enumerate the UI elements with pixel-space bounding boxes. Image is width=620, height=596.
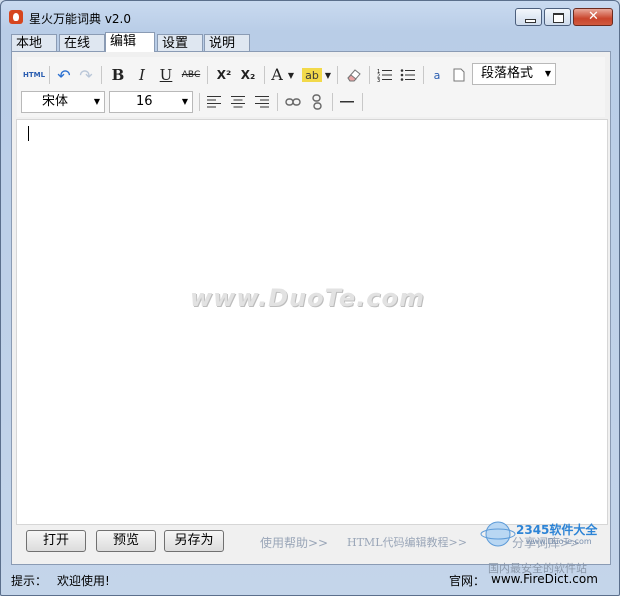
hint-label: 提示：: [11, 574, 48, 588]
rich-text-editor[interactable]: www.DuoTe.com: [16, 119, 608, 525]
title-bar[interactable]: 星火万能词典 v2.0 ✕: [1, 1, 619, 31]
toolbar-separator: [101, 66, 102, 84]
align-left-icon[interactable]: [203, 92, 225, 112]
highlight-dropdown-icon[interactable]: ▼: [323, 65, 333, 85]
maximize-button[interactable]: [544, 8, 571, 26]
toolbar-separator: [49, 66, 50, 84]
watermark-text: www.DuoTe.com: [190, 284, 425, 312]
preview-button[interactable]: 预览: [96, 530, 156, 552]
globe-logo-icon: [480, 521, 516, 547]
editor-toolbar: HTML ↶ ↷ B I U ABC X² X₂ A ▼ ab ▼ 123 a …: [17, 57, 605, 117]
font-family-value: 宋体: [42, 94, 69, 109]
chevron-down-icon: ▼: [544, 69, 551, 78]
toolbar-separator: [199, 93, 200, 111]
undo-icon[interactable]: ↶: [53, 65, 75, 85]
bold-icon[interactable]: B: [107, 65, 129, 85]
align-center-icon[interactable]: [227, 92, 249, 112]
eraser-icon[interactable]: [343, 65, 365, 85]
tab-online[interactable]: 在线: [59, 34, 105, 51]
close-icon: ✕: [588, 9, 599, 24]
unlink-icon[interactable]: [306, 92, 328, 112]
font-color-icon[interactable]: A: [267, 64, 287, 84]
toolbar-separator: [362, 93, 363, 111]
help-link[interactable]: 使用帮助>>: [260, 534, 328, 551]
html-tutorial-link[interactable]: HTML代码编辑教程>>: [347, 534, 467, 550]
app-fire-icon: [9, 10, 23, 24]
anchor-icon[interactable]: a: [427, 65, 447, 85]
strikethrough-icon[interactable]: ABC: [179, 65, 203, 85]
paragraph-format-select[interactable]: 段落格式 ▼: [472, 63, 556, 85]
horizontal-rule-icon[interactable]: [336, 92, 358, 112]
new-document-icon[interactable]: [449, 65, 469, 85]
toolbar-separator: [332, 93, 333, 111]
paragraph-format-value: 段落格式: [481, 66, 534, 81]
brand-slogan: 国内最安全的软件站: [488, 562, 587, 575]
toolbar-separator: [423, 66, 424, 84]
text-caret: [28, 126, 29, 141]
font-color-dropdown-icon[interactable]: ▼: [286, 65, 296, 85]
hint-text: 欢迎使用!: [57, 574, 110, 588]
font-size-value: 16: [136, 94, 153, 109]
brand-text: 2345软件大全: [516, 523, 598, 537]
font-family-select[interactable]: 宋体 ▼: [21, 91, 105, 113]
tab-edit[interactable]: 编辑: [105, 32, 155, 52]
toolbar-separator: [264, 66, 265, 84]
open-button[interactable]: 打开: [26, 530, 86, 552]
unordered-list-icon[interactable]: [397, 65, 419, 85]
close-button[interactable]: ✕: [573, 8, 613, 26]
font-size-select[interactable]: 16 ▼: [109, 91, 193, 113]
save-as-button[interactable]: 另存为: [164, 530, 224, 552]
chevron-down-icon: ▼: [93, 97, 100, 106]
toolbar-separator: [369, 66, 370, 84]
highlight-color-icon[interactable]: ab: [302, 68, 322, 82]
link-icon[interactable]: [282, 92, 304, 112]
italic-icon[interactable]: I: [131, 65, 153, 85]
edit-panel: HTML ↶ ↷ B I U ABC X² X₂ A ▼ ab ▼ 123 a …: [11, 51, 611, 565]
ordered-list-icon[interactable]: 123: [374, 65, 396, 85]
toolbar-separator: [337, 66, 338, 84]
toolbar-separator: [277, 93, 278, 111]
html-source-icon[interactable]: HTML: [23, 65, 45, 85]
align-right-icon[interactable]: [251, 92, 273, 112]
svg-text:3: 3: [377, 78, 380, 82]
redo-icon[interactable]: ↷: [75, 65, 97, 85]
toolbar-separator: [207, 66, 208, 84]
minimize-icon: [525, 19, 536, 23]
tab-settings[interactable]: 设置: [157, 34, 203, 51]
minimize-button[interactable]: [515, 8, 542, 26]
underline-icon[interactable]: U: [155, 65, 177, 85]
app-window: 星火万能词典 v2.0 ✕ 本地 在线 编辑 设置 说明 HTML ↶ ↷ B …: [0, 0, 620, 596]
window-title: 星火万能词典 v2.0: [29, 12, 132, 26]
subscript-icon[interactable]: X₂: [236, 65, 260, 85]
tab-help[interactable]: 说明: [204, 34, 250, 51]
brand-url: www.DuoTe.com: [526, 537, 592, 546]
tab-local[interactable]: 本地: [11, 34, 57, 51]
maximize-icon: [553, 13, 564, 23]
superscript-icon[interactable]: X²: [212, 65, 236, 85]
download-site-logo: 2345软件大全 www.DuoTe.com 国内最安全的软件站: [480, 515, 620, 595]
chevron-down-icon: ▼: [181, 97, 188, 106]
